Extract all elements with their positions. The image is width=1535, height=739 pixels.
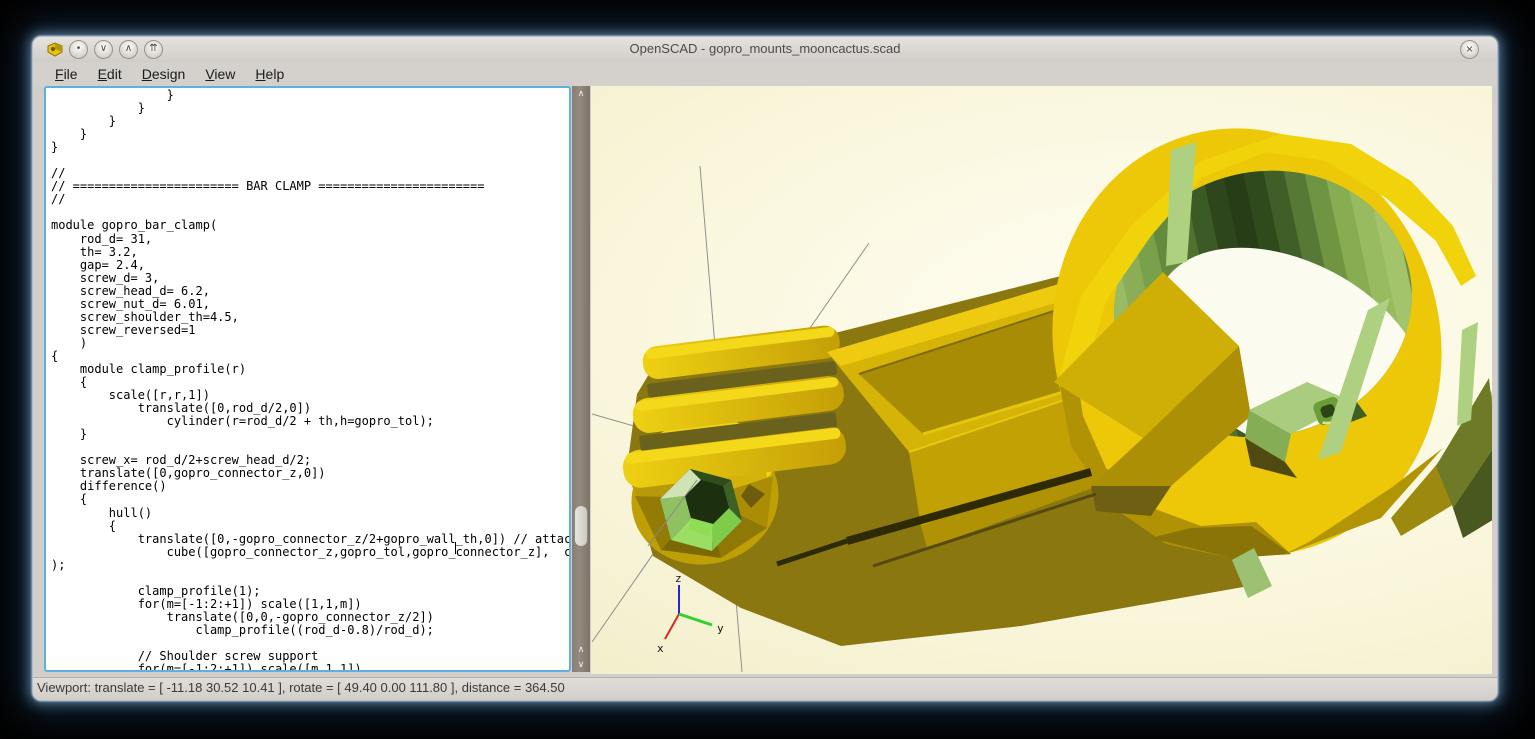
openscad-window: • ∨ ∧ ⇈ OpenSCAD - gopro_mounts_mooncact…: [33, 37, 1497, 700]
menu-view[interactable]: View: [195, 64, 245, 84]
viewport-status-text: Viewport: translate = [ -11.18 30.52 10.…: [37, 680, 565, 695]
menu-design[interactable]: Design: [132, 64, 196, 84]
code-editor[interactable]: } } } } } // // ======================= …: [44, 86, 571, 672]
window-title: OpenSCAD - gopro_mounts_mooncactus.scad: [33, 41, 1497, 56]
scrollbar-thumb[interactable]: [574, 505, 588, 547]
scroll-up2-icon[interactable]: ∧: [572, 642, 590, 657]
gopro-connector-fins: [621, 324, 848, 490]
axis-x-label: x: [657, 642, 664, 655]
editor-scrollbar[interactable]: ∧ ∧ ∨: [572, 86, 590, 672]
axis-z-label: z: [675, 572, 682, 585]
code-area[interactable]: } } } } } // // ======================= …: [46, 88, 569, 672]
statusbar: Viewport: translate = [ -11.18 30.52 10.…: [33, 677, 1497, 698]
axis-y-label: y: [717, 622, 724, 635]
screen: • ∨ ∧ ⇈ OpenSCAD - gopro_mounts_mooncact…: [0, 0, 1535, 739]
menu-edit[interactable]: Edit: [88, 64, 132, 84]
scroll-down-icon[interactable]: ∨: [572, 657, 590, 672]
menubar: File Edit Design View Help: [33, 62, 1497, 86]
menu-help[interactable]: Help: [245, 64, 294, 84]
titlebar[interactable]: • ∨ ∧ ⇈ OpenSCAD - gopro_mounts_mooncact…: [33, 37, 1497, 62]
close-button[interactable]: ×: [1460, 40, 1479, 59]
scroll-up-icon[interactable]: ∧: [572, 86, 590, 101]
model-render: z x y: [591, 86, 1492, 674]
text-cursor: [455, 542, 456, 554]
3d-viewport[interactable]: z x y: [591, 86, 1492, 674]
menu-file[interactable]: File: [45, 64, 88, 84]
